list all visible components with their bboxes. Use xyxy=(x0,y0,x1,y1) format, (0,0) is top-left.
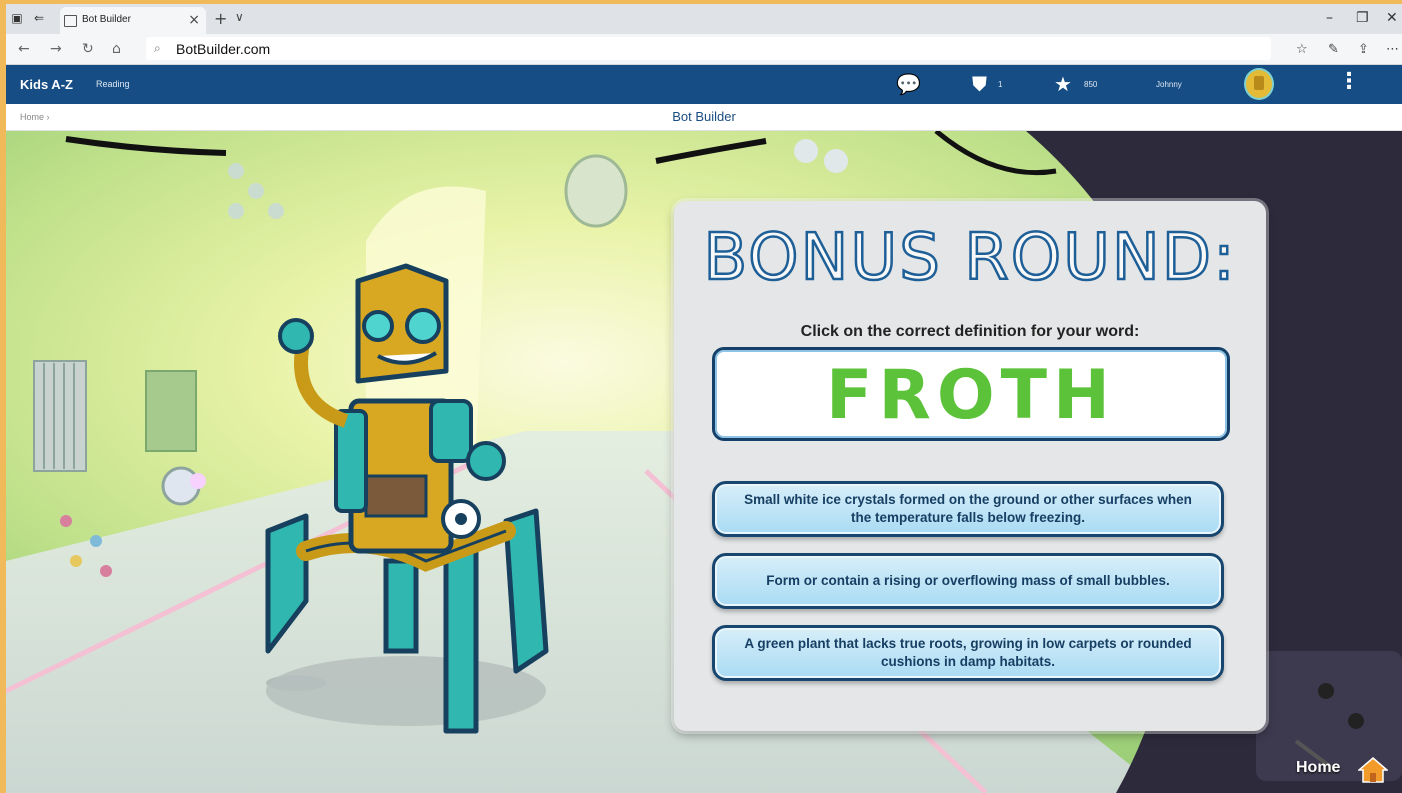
navigation-bar: ← → ↻ ⌂ ⌕ BotBuilder.com ☆ ✎ ⇪ ⋯ xyxy=(6,34,1402,65)
restore-button[interactable]: ❐ xyxy=(1356,10,1369,26)
share-icon[interactable]: ⇪ xyxy=(1358,42,1369,57)
house-icon[interactable] xyxy=(1358,757,1388,783)
target-word-box: FROTH xyxy=(712,347,1230,441)
page-favicon-icon xyxy=(64,15,77,27)
site-header: Kids A-Z Reading 💬 ⛊ 1 ★ 850 Johnny ⋮ xyxy=(6,65,1402,104)
bonus-round-heading: BONUS ROUND: xyxy=(702,220,1237,297)
breadcrumb-bar: Home › Bot Builder xyxy=(6,104,1402,131)
instruction-text: Click on the correct definition for your… xyxy=(800,323,1140,340)
star-icon[interactable]: ★ xyxy=(1054,74,1072,94)
tab-close-icon[interactable]: × xyxy=(188,12,200,28)
home-page-icon[interactable]: ⌂ xyxy=(112,41,121,57)
new-tab-button[interactable]: + xyxy=(214,9,227,28)
set-aside-tabs-icon[interactable]: ⇐ xyxy=(32,11,46,25)
definition-option-2[interactable]: Form or contain a rising or overflowing … xyxy=(712,553,1224,609)
page-title: Bot Builder xyxy=(672,109,736,124)
pen-notes-icon[interactable]: ✎ xyxy=(1328,42,1339,57)
address-bar[interactable]: ⌕ BotBuilder.com xyxy=(146,37,1271,60)
refresh-icon[interactable]: ↻ xyxy=(82,41,94,57)
minimize-button[interactable]: – xyxy=(1326,10,1333,26)
avatar-robot-face xyxy=(1254,76,1264,90)
tab-title: Bot Builder xyxy=(82,14,131,25)
more-options-icon[interactable]: ⋯ xyxy=(1386,42,1399,57)
tab-bot-builder[interactable]: Bot Builder × xyxy=(60,7,206,34)
forward-arrow-icon[interactable]: → xyxy=(50,41,62,57)
site-logo[interactable]: Kids A-Z xyxy=(20,77,73,92)
username[interactable]: Johnny xyxy=(1156,80,1182,89)
avatar[interactable] xyxy=(1244,68,1274,100)
favorites-star-icon[interactable]: ☆ xyxy=(1296,42,1308,57)
shield-icon[interactable]: ⛊ xyxy=(972,74,987,94)
bonus-round-panel: BONUS ROUND: Click on the correct defini… xyxy=(674,201,1266,731)
search-icon: ⌕ xyxy=(154,41,161,55)
tab-strip: ▣ ⇐ Bot Builder × + ∨ – ❐ ✕ xyxy=(6,4,1402,34)
target-word: FROTH xyxy=(826,356,1116,435)
definition-option-3[interactable]: A green plant that lacks true roots, gro… xyxy=(712,625,1224,681)
browser-window: ▣ ⇐ Bot Builder × + ∨ – ❐ ✕ ← → ↻ ⌂ ⌕ Bo… xyxy=(6,4,1402,793)
game-stage: BONUS ROUND: Click on the correct defini… xyxy=(6,131,1402,793)
close-window-button[interactable]: ✕ xyxy=(1386,10,1398,26)
stars-count: 850 xyxy=(1084,80,1098,89)
home-button[interactable]: Home xyxy=(1296,759,1340,777)
menu-kebab-icon[interactable]: ⋮ xyxy=(1338,69,1360,94)
shield-count: 1 xyxy=(998,80,1003,89)
back-arrow-icon[interactable]: ← xyxy=(18,41,30,57)
speech-bubble-icon[interactable]: 💬 xyxy=(896,74,921,94)
url-text: BotBuilder.com xyxy=(176,41,271,57)
tab-menu-chevron-icon[interactable]: ∨ xyxy=(235,10,244,24)
tab-actions-icon[interactable]: ▣ xyxy=(10,11,24,25)
definition-option-1[interactable]: Small white ice crystals formed on the g… xyxy=(712,481,1224,537)
section-link[interactable]: Reading xyxy=(96,79,130,89)
